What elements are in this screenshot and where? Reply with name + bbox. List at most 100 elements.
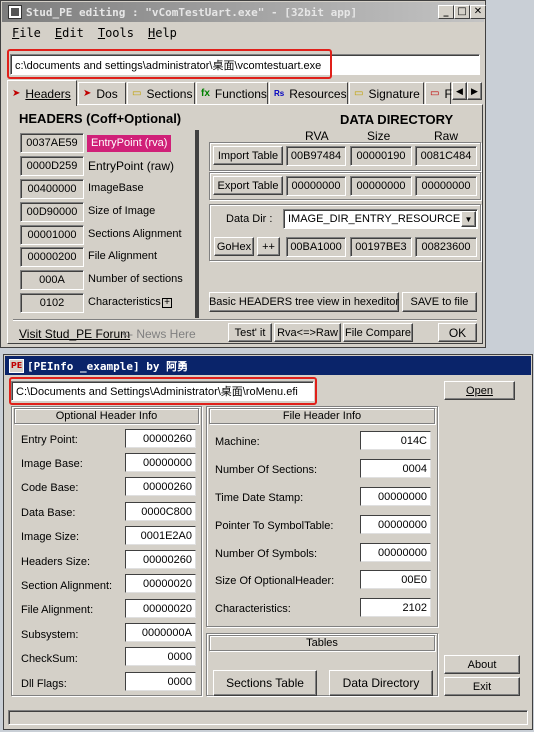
headers-size-field[interactable]: 00000260 — [125, 550, 196, 569]
characteristics-field[interactable]: 0102 — [20, 293, 84, 313]
gohex-button[interactable]: GoHex — [214, 237, 254, 256]
time-date-stamp-field[interactable]: 00000000 — [360, 487, 431, 506]
file-compare-button[interactable]: File Compare — [343, 323, 413, 342]
test-it-button[interactable]: Test' it — [228, 323, 272, 342]
dir-raw-value: 00823600 — [421, 241, 471, 253]
code-base-field[interactable]: 00000260 — [125, 477, 196, 496]
pointer-to-symboltable-field[interactable]: 00000000 — [360, 515, 431, 534]
import-size-field[interactable]: 00000190 — [350, 146, 412, 166]
imagebase-value: 00400000 — [27, 183, 77, 195]
tab-signature[interactable]: ▭ Signature — [349, 82, 424, 104]
menu-help[interactable]: Help — [148, 26, 177, 40]
tab-dos-label: Dos — [96, 86, 118, 101]
menu-file[interactable]: File — [12, 26, 41, 40]
import-rva-value: 00B97484 — [290, 150, 342, 162]
image-base-field[interactable]: 00000000 — [125, 453, 196, 472]
stud-pe-titlebar[interactable]: Stud_PE editing : "vComTestUart.exe" - [… — [2, 2, 486, 22]
file-alignment-field[interactable]: 00000020 — [125, 599, 196, 618]
pe-app-icon[interactable]: PE — [9, 358, 24, 373]
entrypoint-raw-field[interactable]: 0000D259 — [20, 156, 84, 176]
imagebase-field[interactable]: 00400000 — [20, 179, 84, 199]
pointer-to-symboltable-label: Pointer To SymbolTable: — [215, 520, 334, 532]
dir-raw-field[interactable]: 00823600 — [415, 237, 477, 257]
number-of-symbols-field[interactable]: 00000000 — [360, 543, 431, 562]
image-base-label: Image Base: — [21, 458, 83, 470]
data-directory-title: DATA DIRECTORY — [340, 112, 454, 127]
functions-icon: fx — [201, 88, 210, 99]
dir-size-field[interactable]: 00197BE3 — [350, 237, 412, 257]
minimize-button[interactable]: _ — [438, 5, 454, 19]
import-rva-field[interactable]: 00B97484 — [286, 146, 346, 166]
subsystem-field[interactable]: 0000000A — [125, 623, 196, 642]
tab-resources[interactable]: Rs Resources — [269, 82, 348, 104]
import-table-button[interactable]: Import Table — [213, 146, 283, 165]
headers-title: HEADERS (Coff+Optional) — [19, 111, 182, 126]
basic-headers-tree-button[interactable]: Basic HEADERS tree view in hexeditor — [209, 292, 399, 312]
number-of-sections-field[interactable]: 0004 — [360, 459, 431, 478]
export-raw-field[interactable]: 00000000 — [415, 176, 477, 196]
file-icon: ▭ — [430, 88, 440, 99]
window-title: [PEInfo _example] by 阿勇 — [27, 359, 189, 373]
tab-signature-label: Signature — [368, 86, 420, 101]
app-icon[interactable] — [8, 5, 22, 19]
annotation-highlight — [7, 49, 332, 79]
tab-headers-label: Headers — [25, 86, 71, 101]
menu-tools[interactable]: Tools — [98, 26, 134, 40]
tab-f[interactable]: ▭ F — [425, 82, 452, 104]
file-header-title: File Header Info — [209, 408, 435, 424]
maximize-button[interactable]: □ — [454, 5, 470, 19]
increment-button[interactable]: ++ — [257, 237, 280, 256]
exit-button[interactable]: Exit — [444, 677, 520, 696]
characteristics-field[interactable]: 2102 — [360, 598, 431, 617]
tab-scroll-right-button[interactable]: ▶ — [467, 82, 482, 100]
export-raw-value: 00000000 — [421, 180, 471, 192]
file-alignment-field[interactable]: 00000200 — [20, 247, 84, 267]
export-size-field[interactable]: 00000000 — [350, 176, 412, 196]
peinfo-window: PE [PEInfo _example] by 阿勇 C:\Documents … — [3, 354, 533, 730]
section-alignment-field[interactable]: 00000020 — [125, 574, 196, 593]
close-button[interactable]: ✕ — [470, 5, 486, 19]
number-of-sections-field[interactable]: 000A — [20, 270, 84, 290]
characteristics-label: Characteristics — [88, 296, 161, 308]
save-to-file-button[interactable]: SAVE to file — [402, 292, 477, 312]
data-dir-selected-value: IMAGE_DIR_ENTRY_RESOURCE — [288, 213, 461, 225]
file-header-group: File Header Info Machine: 014C Number Of… — [206, 406, 438, 627]
tab-headers[interactable]: ➤ Headers — [7, 80, 77, 106]
section-alignment-label: Section Alignment: — [21, 580, 113, 592]
size-of-optionalheader-field[interactable]: 00E0 — [360, 570, 431, 589]
data-directory-button[interactable]: Data Directory — [329, 670, 433, 696]
dir-rva-field[interactable]: 00BA1000 — [286, 237, 346, 257]
ok-button[interactable]: OK — [438, 323, 477, 342]
characteristics-expand-button[interactable]: + — [162, 298, 172, 308]
tab-functions[interactable]: fx Functions — [196, 82, 268, 104]
data-dir-select[interactable]: IMAGE_DIR_ENTRY_RESOURCE ▼ — [283, 209, 478, 229]
sections-table-button[interactable]: Sections Table — [213, 670, 317, 696]
tab-dos[interactable]: ➤ Dos — [78, 82, 126, 104]
size-of-image-field[interactable]: 00D90000 — [20, 202, 84, 222]
entrypoint-rva-field[interactable]: 0037AE59 — [20, 133, 84, 153]
import-raw-field[interactable]: 0081C484 — [415, 146, 477, 166]
dll-flags-field[interactable]: 0000 — [125, 672, 196, 691]
window-title: Stud_PE editing : "vComTestUart.exe" - [… — [26, 5, 358, 19]
entry-point-field[interactable]: 00000260 — [125, 429, 196, 448]
machine-field[interactable]: 014C — [360, 431, 431, 450]
subsystem-label: Subsystem: — [21, 629, 79, 641]
data-base-field[interactable]: 0000C800 — [125, 502, 196, 521]
number-of-sections-label: Number of sections — [88, 273, 183, 285]
open-button[interactable]: Open — [444, 381, 515, 400]
tab-resources-label: Resources — [289, 86, 347, 101]
tab-sections[interactable]: ▭ Sections — [127, 82, 195, 104]
image-size-field[interactable]: 0001E2A0 — [125, 526, 196, 545]
rva-raw-button[interactable]: Rva<=>Raw — [274, 323, 341, 342]
size-of-image-label: Size of Image — [88, 205, 156, 217]
about-button[interactable]: About — [444, 655, 520, 674]
visit-forum-link[interactable]: Visit Stud_PE Forum — [19, 327, 130, 341]
export-table-button[interactable]: Export Table — [213, 176, 283, 195]
export-rva-field[interactable]: 00000000 — [286, 176, 346, 196]
chevron-down-icon[interactable]: ▼ — [461, 211, 476, 227]
tab-scroll-left-button[interactable]: ◀ — [452, 82, 467, 100]
menu-edit[interactable]: Edit — [55, 26, 84, 40]
peinfo-titlebar[interactable]: PE [PEInfo _example] by 阿勇 — [5, 356, 531, 375]
sections-alignment-field[interactable]: 00001000 — [20, 225, 84, 245]
checksum-field[interactable]: 0000 — [125, 647, 196, 666]
